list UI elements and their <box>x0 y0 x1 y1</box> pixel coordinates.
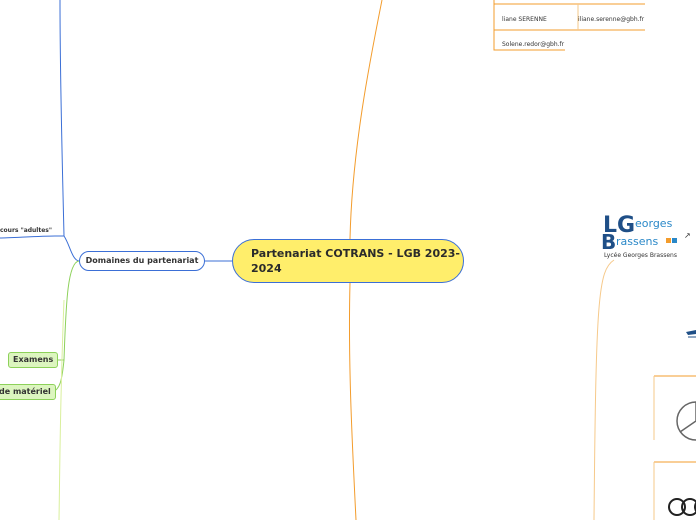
audi-rings-icon <box>668 498 696 516</box>
examens-topic[interactable]: Examens <box>8 352 59 368</box>
contact-name-2[interactable]: Solene.redor@gbh.fr <box>502 41 564 48</box>
mercedes-logo-icon <box>676 401 696 441</box>
logo-caption-text: Lycée Georges Brassens <box>604 252 677 259</box>
parcours-topic[interactable]: cours "adultes" <box>0 227 52 234</box>
domains-topic[interactable]: Domaines du partenariat <box>79 251 205 271</box>
materiel-topic[interactable]: de matériel <box>0 384 56 400</box>
logo-word-eorges: eorges <box>635 217 673 230</box>
lycee-georges-brassens-logo[interactable]: L G eorges B rassens <box>600 212 682 250</box>
contact-name-2-text: Solene.redor@gbh.fr <box>502 41 565 48</box>
logo-letter-b: B <box>601 230 616 250</box>
central-topic[interactable]: Partenariat COTRANS - LGB 2023-2024 <box>232 239 464 283</box>
contact-name-1-text: liane SERENNE <box>502 16 547 23</box>
central-topic-title: Partenariat COTRANS - LGB 2023-2024 <box>251 247 460 275</box>
external-link-icon[interactable]: ↗ <box>684 231 691 240</box>
contact-name-1[interactable]: liane SERENNE <box>502 16 547 23</box>
logo-word-rassens: rassens <box>616 235 658 248</box>
materiel-label: de matériel <box>0 387 51 396</box>
contact-email-1-text: iliane.serenne@gbh.fr <box>578 16 645 23</box>
logo-caption: Lycée Georges Brassens <box>604 252 677 259</box>
parcours-label: cours "adultes" <box>0 227 53 234</box>
contact-email-1[interactable]: iliane.serenne@gbh.fr <box>578 16 644 23</box>
examens-label: Examens <box>13 355 54 364</box>
domains-topic-label: Domaines du partenariat <box>85 256 199 265</box>
partial-logo-ship-icon <box>686 330 696 338</box>
